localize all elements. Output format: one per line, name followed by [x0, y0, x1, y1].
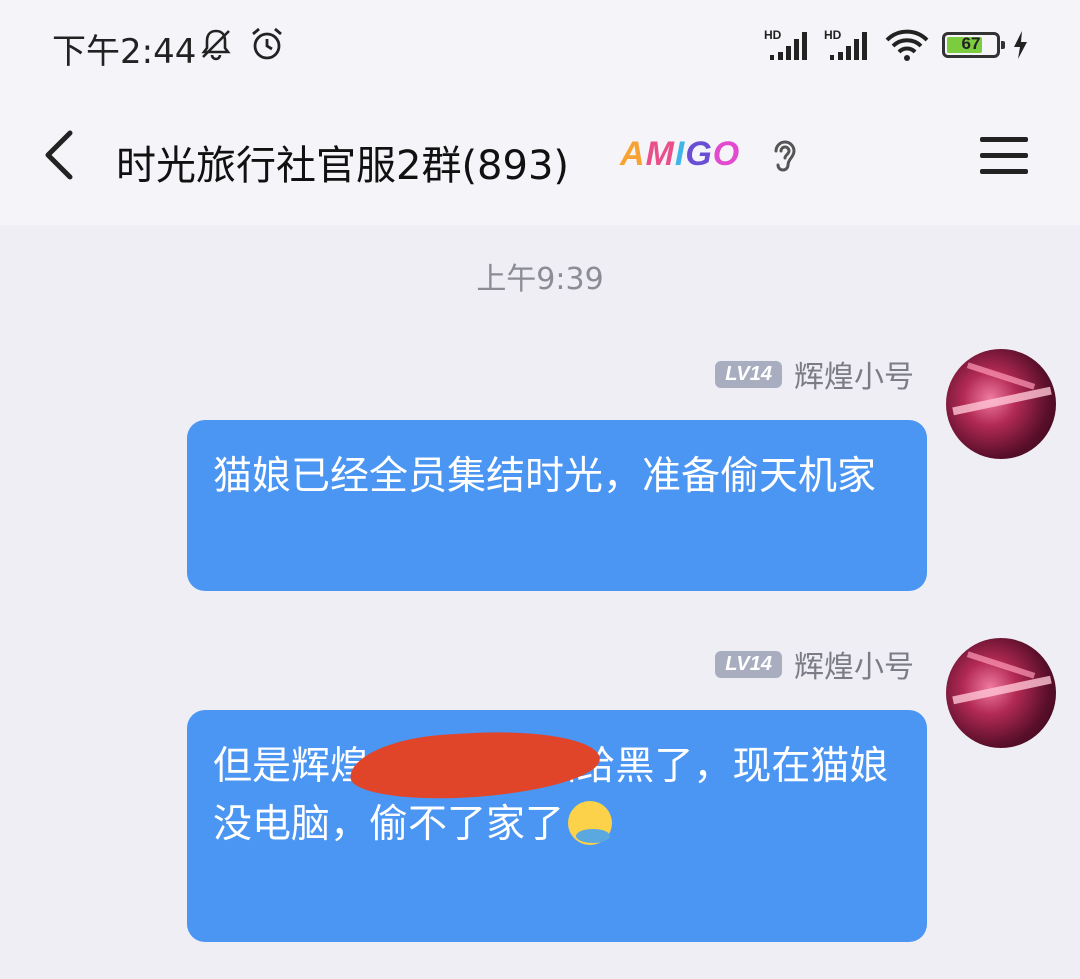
battery-icon: 67 [942, 32, 1005, 58]
alarm-clock-icon [252, 27, 282, 60]
status-time: 下午2:44 [52, 32, 197, 72]
sender-name[interactable]: 辉煌小号 [794, 642, 914, 686]
level-badge: LV14 [715, 360, 782, 388]
message-bubble[interactable]: 猫娘已经全员集结时光，准备偷天机家 [187, 420, 927, 591]
amigo-badge: AMIGO [620, 135, 741, 173]
back-button[interactable] [36, 125, 86, 185]
hd-signal-icon: HD [764, 28, 812, 62]
menu-icon [980, 137, 1028, 142]
ear-icon[interactable] [768, 135, 802, 177]
level-badge: LV14 [715, 650, 782, 678]
chat-header: 时光旅行社官服2群(893) AMIGO [0, 95, 1080, 225]
status-bar: 下午2:44 HD HD 67 [0, 0, 1080, 95]
charging-bolt-icon [1014, 31, 1027, 59]
group-title[interactable]: 时光旅行社官服2群(893) [116, 133, 569, 191]
mute-bell-icon [201, 29, 231, 61]
avatar[interactable] [946, 638, 1056, 748]
hd-signal-icon: HD [824, 28, 872, 62]
chat-timestamp: 上午9:39 [476, 262, 604, 297]
fish-mouth-emoji-icon [568, 801, 613, 845]
avatar[interactable] [946, 349, 1056, 459]
wifi-icon [885, 29, 929, 61]
back-chevron-icon [45, 130, 73, 180]
menu-button[interactable] [980, 137, 1028, 179]
message-text: 猫娘已经全员集结时光，准备偷天机家 [213, 454, 877, 499]
sender-name[interactable]: 辉煌小号 [794, 352, 914, 396]
message-header: LV14 辉煌小号 [715, 642, 914, 686]
message-header: LV14 辉煌小号 [715, 352, 914, 396]
battery-level: 67 [961, 34, 981, 53]
